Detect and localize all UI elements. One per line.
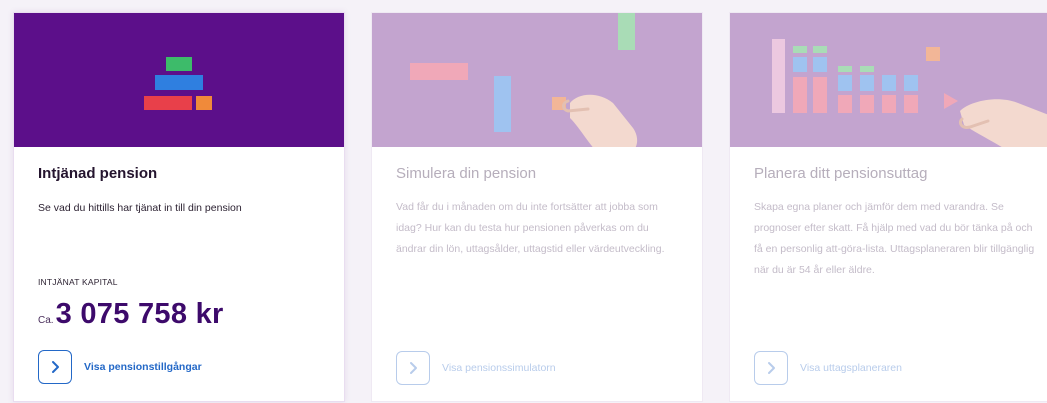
card-title: Intjänad pension — [38, 165, 158, 182]
bar-green-2 — [813, 46, 827, 53]
amount-prefix: Ca. — [38, 315, 54, 326]
capital-amount-row: Ca. 3 075 758 kr — [38, 298, 224, 331]
bar-blue-1 — [793, 57, 807, 72]
hand-illustration — [958, 99, 1047, 147]
card-title: Planera ditt pensionsuttag — [754, 165, 928, 182]
bar-pink-tall — [772, 39, 785, 113]
earned-pension-illustration — [14, 13, 344, 147]
card-description: Se vad du hittills har tjänat in till di… — [38, 202, 242, 214]
stack-block-blue — [155, 75, 203, 90]
show-pension-assets-link[interactable]: Visa pensionstillgångar — [38, 350, 202, 384]
bar-red-2 — [813, 77, 827, 113]
bar-red-6 — [904, 95, 918, 113]
bar-green-4 — [860, 66, 874, 72]
floating-block-blue — [494, 76, 511, 132]
bar-blue-3 — [838, 75, 852, 91]
bar-orange-small — [926, 47, 940, 61]
hand-illustration — [562, 94, 638, 147]
simulate-pension-illustration — [372, 13, 702, 147]
pension-card-simulate: Simulera din pension Vad får du i månade… — [371, 12, 703, 402]
chevron-right-icon[interactable] — [396, 351, 430, 385]
chevron-right-icon[interactable] — [754, 351, 788, 385]
pension-card-earned: Intjänad pension Se vad du hittills har … — [13, 12, 345, 402]
card-description: Vad får du i månaden om du inte fortsätt… — [396, 201, 665, 255]
card-title: Simulera din pension — [396, 165, 537, 182]
bar-blue-5 — [882, 75, 896, 91]
stack-block-green — [166, 57, 192, 71]
floating-block-pink — [410, 63, 468, 80]
floating-block-green — [618, 13, 635, 50]
pension-card-plan-withdrawal: Planera ditt pensionsuttag Skapa egna pl… — [729, 12, 1047, 402]
capital-label: INTJÄNAT KAPITAL — [38, 277, 118, 287]
bar-red-5 — [882, 95, 896, 113]
bar-red-3 — [838, 95, 852, 113]
show-withdrawal-planner-link[interactable]: Visa uttagsplaneraren — [754, 351, 902, 385]
link-label[interactable]: Visa pensionstillgångar — [84, 361, 202, 373]
stack-block-orange — [196, 96, 212, 110]
play-arrow-icon — [944, 93, 958, 109]
bar-green-1 — [793, 46, 807, 53]
bar-blue-6 — [904, 75, 918, 91]
bar-green-3 — [838, 66, 852, 72]
bar-red-1 — [793, 77, 807, 113]
link-label[interactable]: Visa pensionssimulatorn — [442, 362, 556, 374]
stack-block-red — [144, 96, 192, 110]
card-description: Skapa egna planer och jämför dem med var… — [754, 201, 1035, 276]
bar-red-4 — [860, 95, 874, 113]
plan-withdrawal-illustration — [730, 13, 1047, 147]
capital-amount: 3 075 758 kr — [55, 298, 224, 330]
bar-blue-4 — [860, 75, 874, 91]
bar-blue-2 — [813, 57, 827, 72]
show-pension-simulator-link[interactable]: Visa pensionssimulatorn — [396, 351, 556, 385]
chevron-right-icon[interactable] — [38, 350, 72, 384]
link-label[interactable]: Visa uttagsplaneraren — [800, 362, 902, 374]
